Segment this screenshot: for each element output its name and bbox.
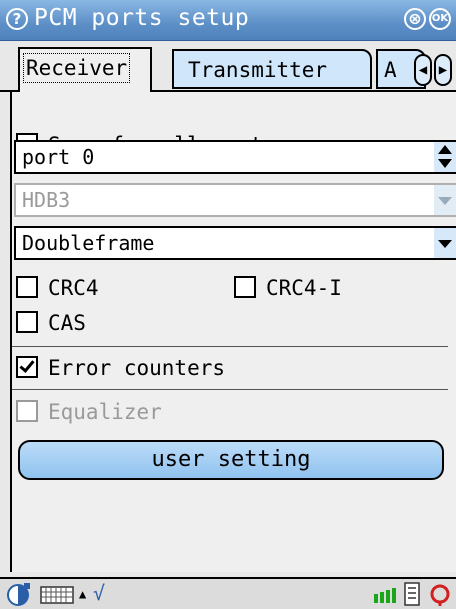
crc4-label: CRC4 [48,276,99,300]
battery-icon [404,582,420,606]
title-bar: ? PCM ports setup ⊗ OK [0,0,456,41]
close-icon[interactable]: ⊗ [404,8,426,30]
help-icon[interactable]: ? [6,8,28,30]
tab-third-label: A [384,58,397,82]
line-code-select: HDB3 [14,183,456,217]
receiver-panel: Same for all ports port 0 HDB3 Doublefra… [10,92,456,572]
crc4-row[interactable]: CRC4 [16,273,99,303]
tab-transmitter-label: Transmitter [188,58,328,82]
spin-up-icon[interactable] [438,145,452,154]
checkmark-icon[interactable]: √ [93,582,105,606]
tab-scroll-right-icon[interactable]: ▶ [434,54,452,86]
port-spinner[interactable] [434,142,456,172]
tab-receiver-label: Receiver [22,53,131,83]
equalizer-row: Equalizer [16,397,162,427]
cas-label: CAS [48,311,86,335]
equalizer-label: Equalizer [48,400,162,424]
error-counters-checkbox[interactable] [16,356,38,378]
keyboard-icon[interactable] [40,582,74,606]
taskbar: ▲ √ [0,577,456,609]
frame-type-dropdown[interactable] [434,228,456,258]
tab-scroll-left-icon[interactable]: ◀ [414,54,432,86]
error-counters-label: Error counters [48,356,226,380]
port-select[interactable]: port 0 [14,140,456,174]
cas-row[interactable]: CAS [16,308,86,338]
separator [12,346,448,347]
window-title: PCM ports setup [34,5,250,31]
spin-down-icon[interactable] [438,159,452,168]
equalizer-checkbox [16,400,38,422]
error-counters-row[interactable]: Error counters [16,353,225,383]
separator [12,389,448,390]
line-code-value: HDB3 [22,188,71,212]
screen: ? PCM ports setup ⊗ OK Receiver Transmit… [0,0,456,609]
power-icon[interactable] [428,582,452,606]
line-code-dropdown [434,185,456,215]
frame-type-value: Doubleframe [22,231,155,255]
ok-button[interactable]: OK [429,8,451,30]
start-icon[interactable] [6,582,32,606]
tab-transmitter[interactable]: Transmitter [172,49,372,89]
cas-checkbox[interactable] [16,311,38,333]
signal-icon [374,588,396,603]
chevron-down-icon [438,240,452,248]
tab-bar: Receiver Transmitter A ◀ ▶ [0,40,456,92]
chevron-down-icon [438,197,452,205]
crc4i-row[interactable]: CRC4-I [234,273,342,303]
crc4i-label: CRC4-I [266,276,342,300]
port-select-value: port 0 [22,145,95,169]
crc4-checkbox[interactable] [16,276,38,298]
up-arrow-icon[interactable]: ▲ [79,582,86,606]
tab-receiver[interactable]: Receiver [18,47,152,92]
user-setting-button[interactable]: user setting [18,440,444,480]
crc4i-checkbox[interactable] [234,276,256,298]
frame-type-select[interactable]: Doubleframe [14,226,456,260]
